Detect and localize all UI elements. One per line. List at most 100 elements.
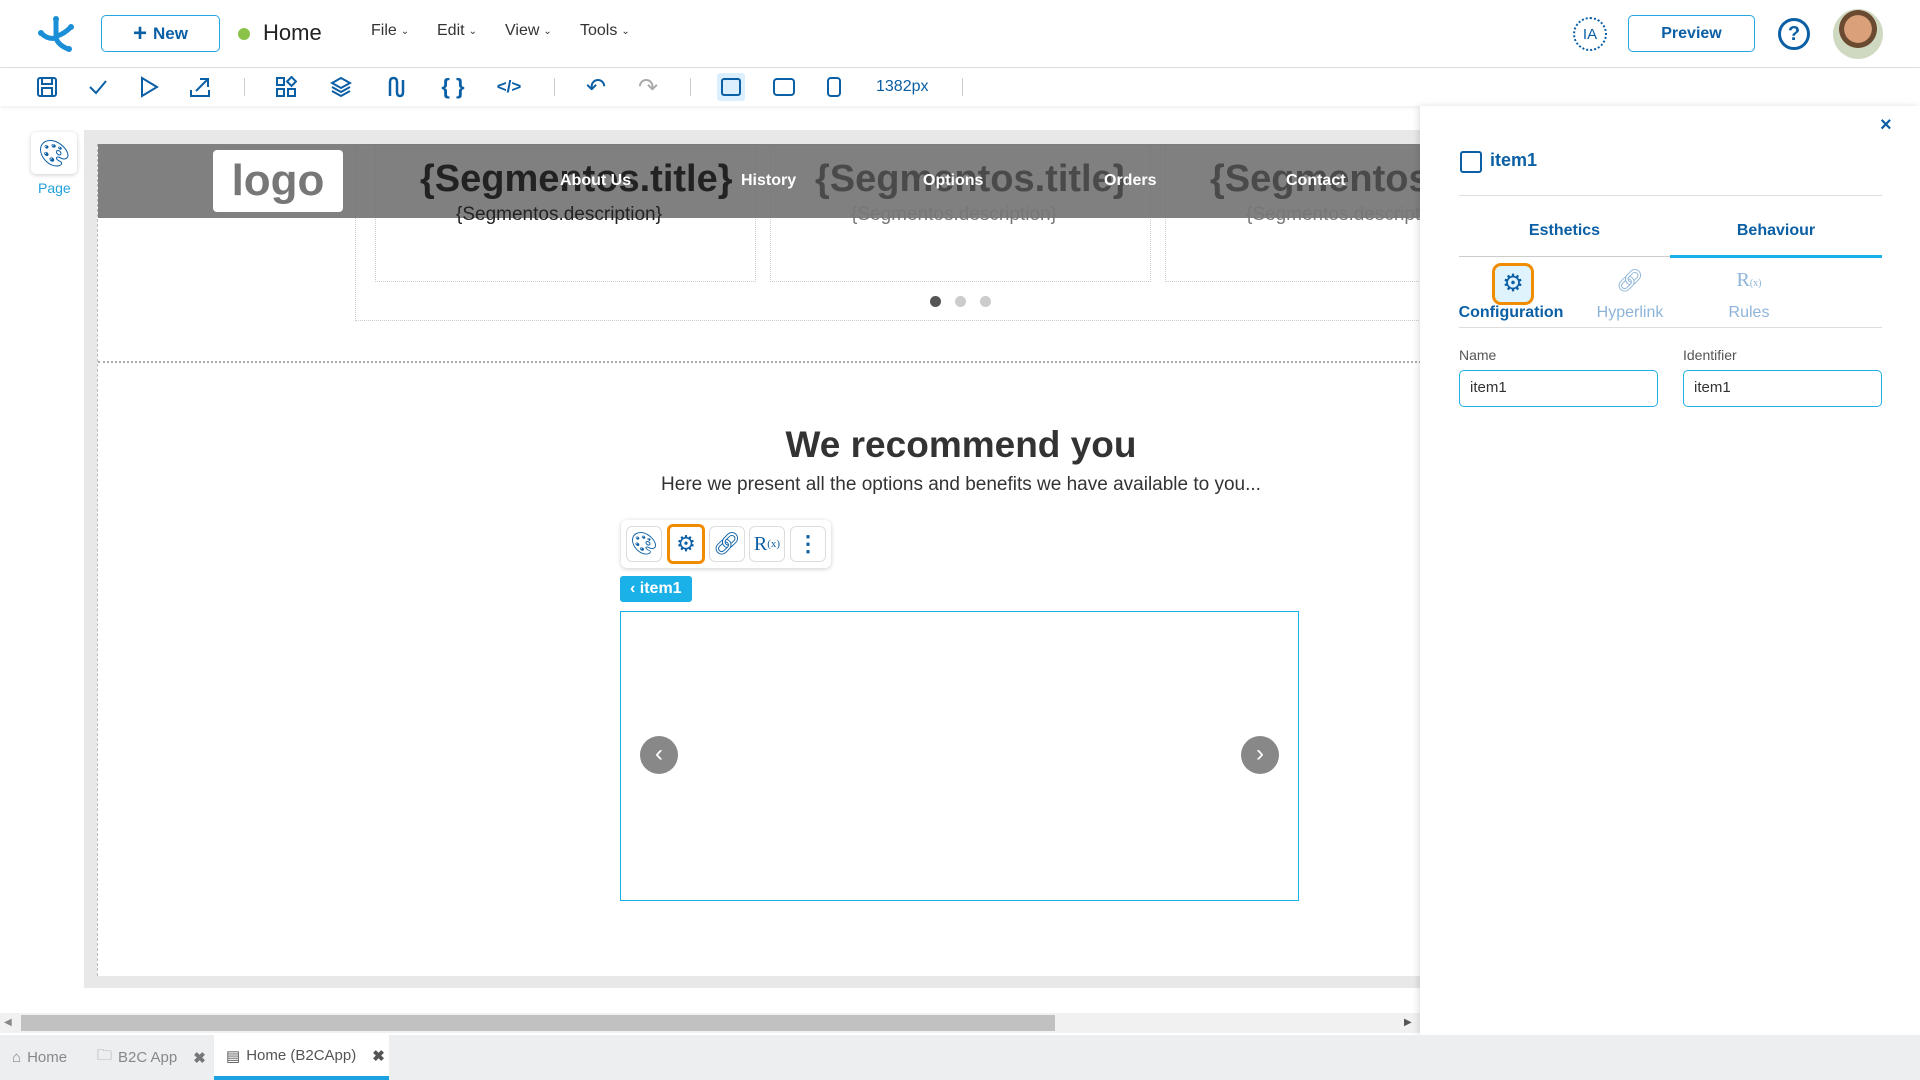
name-input[interactable]: item1 [1459,370,1658,407]
scroll-right-arrow[interactable]: ▶ [1404,1017,1412,1028]
element-toolbar: 🎨︎ ⚙ 🔗︎ R (x) ⋮ [621,520,831,568]
ai-assistant-button[interactable]: IA [1573,17,1607,51]
carousel-prev-arrow[interactable]: ‹ [640,736,678,774]
user-avatar[interactable] [1833,9,1883,59]
tab-b2c-app[interactable]: 🗀︎ B2C App ✖ [97,1035,206,1080]
menu-file[interactable]: File ⌄ [371,22,409,40]
carousel-dot[interactable] [955,296,966,307]
element-name-title: item1 [1490,150,1538,170]
menu-edit[interactable]: Edit ⌄ [437,22,477,40]
app-logo-icon[interactable] [36,14,76,54]
chevron-left-icon: ‹ [630,580,640,597]
widgets-icon[interactable] [273,74,299,100]
configuration-gear-icon[interactable]: ⚙ [667,524,705,564]
tab-behaviour[interactable]: Behaviour [1670,206,1882,256]
toolbar-divider [690,78,691,96]
folder-icon: 🗀︎ [97,1047,113,1064]
mobile-view-icon[interactable] [821,74,847,100]
section-divider [98,361,1420,363]
canvas-width-label: 1382px [876,78,929,95]
top-header: + New Home File ⌄ Edit ⌄ View ⌄ Tools ⌄ IA Pr… [0,0,1920,68]
palette-icon: 🎨︎ [37,137,71,168]
subtab-hyperlink[interactable]: Hyperlink [1580,304,1680,322]
desktop-view-icon[interactable] [717,73,745,101]
nav-options[interactable]: Options [923,172,983,190]
divider [1459,195,1882,196]
document-tabs: ⌂ Home 🗀︎ B2C App ✖ ▤ Home (B2CApp) ✖ [0,1035,1920,1080]
segment-description: {Segmentos.description} [851,204,1057,225]
check-icon[interactable] [85,74,111,100]
section-subheading: Here we present all the options and bene… [661,474,1261,495]
page-canvas: {Segmentos.title} {Segmentos.description… [97,144,1420,976]
element-checkbox-icon [1460,151,1482,173]
tab-esthetics[interactable]: Esthetics [1459,206,1670,256]
link-icon[interactable]: 🔗︎ [709,526,745,562]
tab-home[interactable]: ⌂ Home [12,1035,67,1080]
braces-icon[interactable]: { } [440,74,466,100]
undo-icon[interactable]: ↶ [583,74,609,101]
chevron-down-icon: ⌄ [543,25,552,37]
scroll-left-arrow[interactable]: ◀ [4,1017,12,1028]
editor-toolbar: { } </> ↶ ↷ 1382px [0,68,1920,106]
plus-icon: + [133,19,148,47]
toolbar-divider [554,78,555,96]
page-title: Home [263,20,322,45]
chevron-down-icon: ⌄ [400,25,410,37]
active-tab-indicator [1670,255,1882,258]
identifier-input[interactable]: item1 [1683,370,1882,407]
rules-icon[interactable]: R(x) [749,526,785,562]
layers-icon[interactable] [328,74,354,100]
code-icon[interactable]: </> [496,74,522,100]
play-icon[interactable] [136,74,162,100]
section-heading: We recommend you [785,424,1137,465]
nav-about-us[interactable]: About Us [560,172,631,190]
close-tab-icon[interactable]: ✖ [193,1049,206,1067]
horizontal-scrollbar[interactable]: ◀ ▶ [0,1013,1420,1033]
close-tab-icon[interactable]: ✖ [372,1047,385,1065]
chevron-down-icon: ⌄ [621,25,630,37]
page-label: Page [38,180,71,196]
export-icon[interactable] [187,74,213,100]
save-icon[interactable] [34,74,60,100]
nav-orders[interactable]: Orders [1104,172,1156,190]
identifier-label: Identifier [1683,347,1737,363]
menu-tools[interactable]: Tools ⌄ [580,22,630,40]
chevron-down-icon: ⌄ [468,25,477,37]
connectors-icon[interactable] [383,74,409,100]
preview-button[interactable]: Preview [1628,15,1755,52]
nav-contact[interactable]: Contact [1286,172,1346,190]
tablet-view-icon[interactable] [771,74,797,100]
nav-history[interactable]: History [741,172,796,190]
tab-home-b2capp[interactable]: ▤ Home (B2CApp) ✖ [214,1035,389,1080]
subtab-configuration[interactable]: Configuration [1450,304,1572,322]
properties-panel: × item1 Esthetics Behaviour ⚙ Configurat… [1420,106,1920,1035]
redo-icon[interactable]: ↷ [635,74,661,101]
subtab-rules[interactable]: Rules [1709,304,1789,322]
toolbar-divider [244,78,245,96]
status-dot [238,28,250,40]
selected-element-badge[interactable]: ‹ item1 [620,576,692,602]
home-icon: ⌂ [12,1049,22,1066]
help-icon[interactable]: ? [1778,18,1810,50]
toolbar-divider [962,78,963,96]
configuration-gear-icon[interactable]: ⚙ [1492,263,1534,305]
rules-icon[interactable]: R(x) [1729,269,1769,292]
carousel-next-arrow[interactable]: › [1241,736,1279,774]
new-button[interactable]: + New [101,15,220,52]
divider [1459,327,1882,328]
palette-icon[interactable]: 🎨︎ [626,526,662,562]
name-label: Name [1459,347,1497,363]
hyperlink-icon[interactable]: 🔗︎ [1615,268,1645,294]
segment-description: {Segmentos.description} [456,204,662,225]
carousel-dot[interactable] [980,296,991,307]
site-logo: logo [213,150,343,212]
segment-description: {Segmentos.description} [1246,204,1420,225]
scrollbar-thumb[interactable] [21,1015,1055,1031]
more-options-icon[interactable]: ⋮ [790,526,826,562]
menu-view[interactable]: View ⌄ [505,22,552,40]
page-styles-button[interactable]: 🎨︎ [31,132,77,174]
carousel-dot-active[interactable] [930,296,941,307]
page-icon: ▤ [226,1047,241,1065]
selected-carousel-item[interactable]: ‹ › [620,611,1299,901]
close-panel-icon[interactable]: × [1880,114,1892,137]
